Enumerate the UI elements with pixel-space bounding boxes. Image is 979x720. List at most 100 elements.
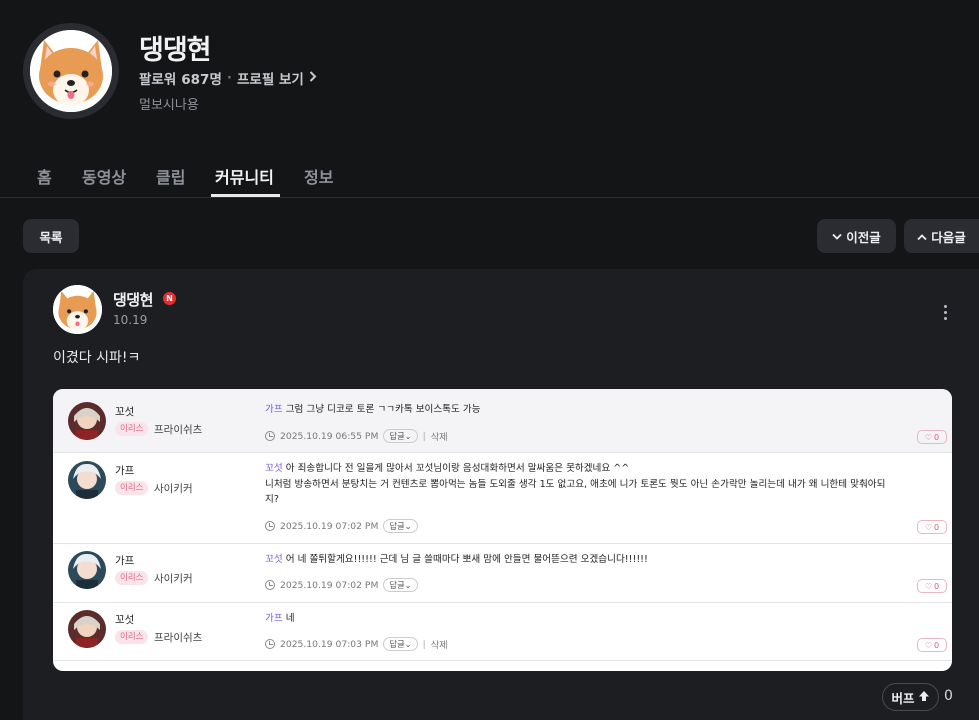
comment-text: 가프 그럼 그냥 디코로 토론 ㄱㄱ카톡 보이스톡도 가능 bbox=[265, 402, 945, 418]
comment-time: 2025.10.19 07:02 PM bbox=[280, 520, 379, 532]
comment-text-body: 그럼 그냥 디코로 토론 ㄱㄱ카톡 보이스톡도 가능 bbox=[285, 404, 481, 415]
chevron-down-icon bbox=[832, 229, 842, 244]
server-tag: 이리스 bbox=[115, 630, 149, 644]
like-button[interactable]: ♡ 0 bbox=[917, 638, 947, 652]
list-button-label: 목록 bbox=[39, 229, 63, 245]
commenter-class: 사이키커 bbox=[154, 573, 193, 585]
commenter-avatar bbox=[68, 402, 106, 440]
comment-time: 2025.10.19 06:55 PM bbox=[280, 430, 379, 442]
post-date: 10.19 bbox=[113, 313, 148, 327]
like-count: 0 bbox=[934, 640, 940, 650]
server-tag: 이리스 bbox=[115, 481, 149, 495]
prev-post-button[interactable]: 이전글 bbox=[817, 219, 896, 253]
corgi-avatar-image bbox=[30, 30, 112, 112]
more-options-icon[interactable] bbox=[940, 305, 950, 325]
comment-text-body: 아 죄송합니다 전 일을게 많아서 꼬섯님이랑 음성대화하면서 말싸움은 못하겠… bbox=[285, 463, 630, 474]
delete-link[interactable]: 삭제 bbox=[431, 429, 448, 443]
like-count: 0 bbox=[934, 522, 940, 532]
heart-icon: ♡ bbox=[924, 581, 933, 591]
comment-text-line: 지? bbox=[265, 494, 279, 505]
comment-time: 2025.10.19 07:02 PM bbox=[280, 579, 379, 591]
post-author-name[interactable]: 댕댕현 bbox=[113, 289, 153, 310]
channel-description: 멀보시나용 bbox=[139, 98, 199, 113]
mention: 꼬섯 bbox=[265, 463, 283, 474]
post-body-text: 이겼다 시파!ㅋ bbox=[53, 350, 141, 366]
delete-link[interactable]: 삭제 bbox=[431, 637, 448, 651]
reply-button[interactable]: 답글⌄ bbox=[383, 429, 418, 443]
server-tag: 이리스 bbox=[115, 571, 149, 585]
comment-row: 꼬섯 이리스 프라이쉬츠 가프 네 2025.10.19 07:03 PM 답글… bbox=[53, 603, 952, 661]
profile-stats: 팔로워 687명 · 프로필 보기 bbox=[139, 68, 317, 88]
commenter-name: 가프 bbox=[115, 465, 135, 477]
chevron-up-icon bbox=[917, 229, 927, 244]
comment-meta: 2025.10.19 07:02 PM 답글⌄ bbox=[265, 519, 418, 533]
next-post-button[interactable]: 다음글 bbox=[904, 219, 979, 253]
comment-text: 꼬섯 아 죄송합니다 전 일을게 많아서 꼬섯님이랑 음성대화하면서 말싸움은 … bbox=[265, 461, 945, 508]
comment-meta: 2025.10.19 07:02 PM 답글⌄ bbox=[265, 578, 418, 592]
active-tab-indicator bbox=[211, 194, 280, 197]
mention: 가프 bbox=[265, 613, 283, 624]
commenter-avatar bbox=[68, 610, 106, 648]
like-button[interactable]: ♡ 0 bbox=[917, 520, 947, 534]
comment-row: 가프 이리스 사이키커 꼬섯 아 죄송합니다 전 일을게 많아서 꼬섯님이랑 음… bbox=[53, 453, 952, 544]
commenter-class: 프라이쉬츠 bbox=[154, 424, 203, 436]
server-tag: 이리스 bbox=[115, 422, 149, 436]
heart-icon: ♡ bbox=[924, 432, 933, 442]
heart-icon: ♡ bbox=[924, 640, 933, 650]
attached-image[interactable]: 꼬섯 이리스 프라이쉬츠 가프 그럼 그냥 디코로 토론 ㄱㄱ카톡 보이스톡도 … bbox=[53, 389, 952, 671]
tab-clips[interactable]: 클립 bbox=[156, 164, 185, 188]
followers-count: 687명 bbox=[181, 72, 222, 88]
like-button[interactable]: ♡ 0 bbox=[917, 579, 947, 593]
commenter-avatar bbox=[68, 551, 106, 589]
commenter-name: 꼬섯 bbox=[115, 406, 135, 418]
channel-tabs: 홈 동영상 클립 커뮤니티 정보 bbox=[0, 158, 979, 198]
commenter-name: 꼬섯 bbox=[115, 614, 135, 626]
comment-text-body: 어 네 쫄튀할게요!!!!!! 근데 님 글 쓸때마다 뽀새 맘에 안들면 물어… bbox=[285, 554, 648, 565]
comment-row: 꼬섯 이리스 프라이쉬츠 가프 그럼 그냥 디코로 토론 ㄱㄱ카톡 보이스톡도 … bbox=[53, 389, 952, 453]
tab-videos[interactable]: 동영상 bbox=[82, 164, 126, 188]
comment-text: 꼬섯 어 네 쫄튀할게요!!!!!! 근데 님 글 쓸때마다 뽀새 맘에 안들면… bbox=[265, 552, 945, 568]
divider: | bbox=[422, 430, 426, 442]
reply-button[interactable]: 답글⌄ bbox=[383, 578, 418, 592]
prev-post-label: 이전글 bbox=[846, 229, 881, 245]
buff-label: 버프 bbox=[891, 690, 915, 706]
tab-home[interactable]: 홈 bbox=[37, 164, 52, 188]
comment-meta: 2025.10.19 07:03 PM 답글⌄ | 삭제 bbox=[265, 637, 448, 651]
clock-icon bbox=[265, 431, 275, 441]
profile-link[interactable]: 프로필 보기 bbox=[237, 68, 304, 88]
post-card: 댕댕현 N 10.19 이겼다 시파!ㅋ 꼬섯 이리스 프라이쉬츠 가프 그럼 … bbox=[23, 269, 979, 720]
reply-button[interactable]: 답글⌄ bbox=[383, 637, 418, 651]
list-button[interactable]: 목록 bbox=[23, 219, 79, 253]
heart-icon: ♡ bbox=[924, 522, 933, 532]
separator-dot: · bbox=[226, 70, 233, 86]
like-count: 0 bbox=[934, 581, 940, 591]
comment-row: 가프 이리스 사이키커 꼬섯 어 네 쫄튀할게요!!!!!! 근데 님 글 쓸때… bbox=[53, 544, 952, 603]
channel-name: 댕댕현 bbox=[139, 35, 212, 66]
commenter-avatar bbox=[68, 461, 106, 499]
reply-button[interactable]: 답글⌄ bbox=[383, 519, 418, 533]
comment-text: 가프 네 bbox=[265, 611, 945, 627]
tab-community[interactable]: 커뮤니티 bbox=[215, 164, 274, 188]
commenter-class: 사이키커 bbox=[154, 483, 193, 495]
buff-button[interactable]: 버프 bbox=[882, 683, 939, 711]
commenter-name: 가프 bbox=[115, 555, 135, 567]
mention: 꼬섯 bbox=[265, 554, 283, 565]
comment-text-line: 니처럼 방송하면서 분탕치는 거 컨텐츠로 뽑아먹는 놈들 도외줄 생각 1도 … bbox=[265, 478, 886, 490]
channel-avatar[interactable] bbox=[23, 23, 119, 119]
clock-icon bbox=[265, 639, 275, 649]
comment-time: 2025.10.19 07:03 PM bbox=[280, 638, 379, 650]
post-author-avatar[interactable] bbox=[53, 285, 102, 334]
next-post-label: 다음글 bbox=[931, 229, 966, 245]
like-button[interactable]: ♡ 0 bbox=[917, 430, 947, 444]
tab-info[interactable]: 정보 bbox=[304, 164, 333, 188]
clock-icon bbox=[265, 580, 275, 590]
buff-count: 0 bbox=[944, 688, 953, 704]
arrow-up-icon bbox=[918, 690, 930, 705]
like-count: 0 bbox=[934, 432, 940, 442]
chevron-right-icon[interactable] bbox=[309, 70, 317, 86]
clock-icon bbox=[265, 521, 275, 531]
followers-label: 팔로워 bbox=[139, 72, 177, 88]
naver-badge-icon: N bbox=[163, 292, 176, 305]
mention: 가프 bbox=[265, 404, 283, 415]
comment-text-body: 네 bbox=[285, 613, 295, 624]
